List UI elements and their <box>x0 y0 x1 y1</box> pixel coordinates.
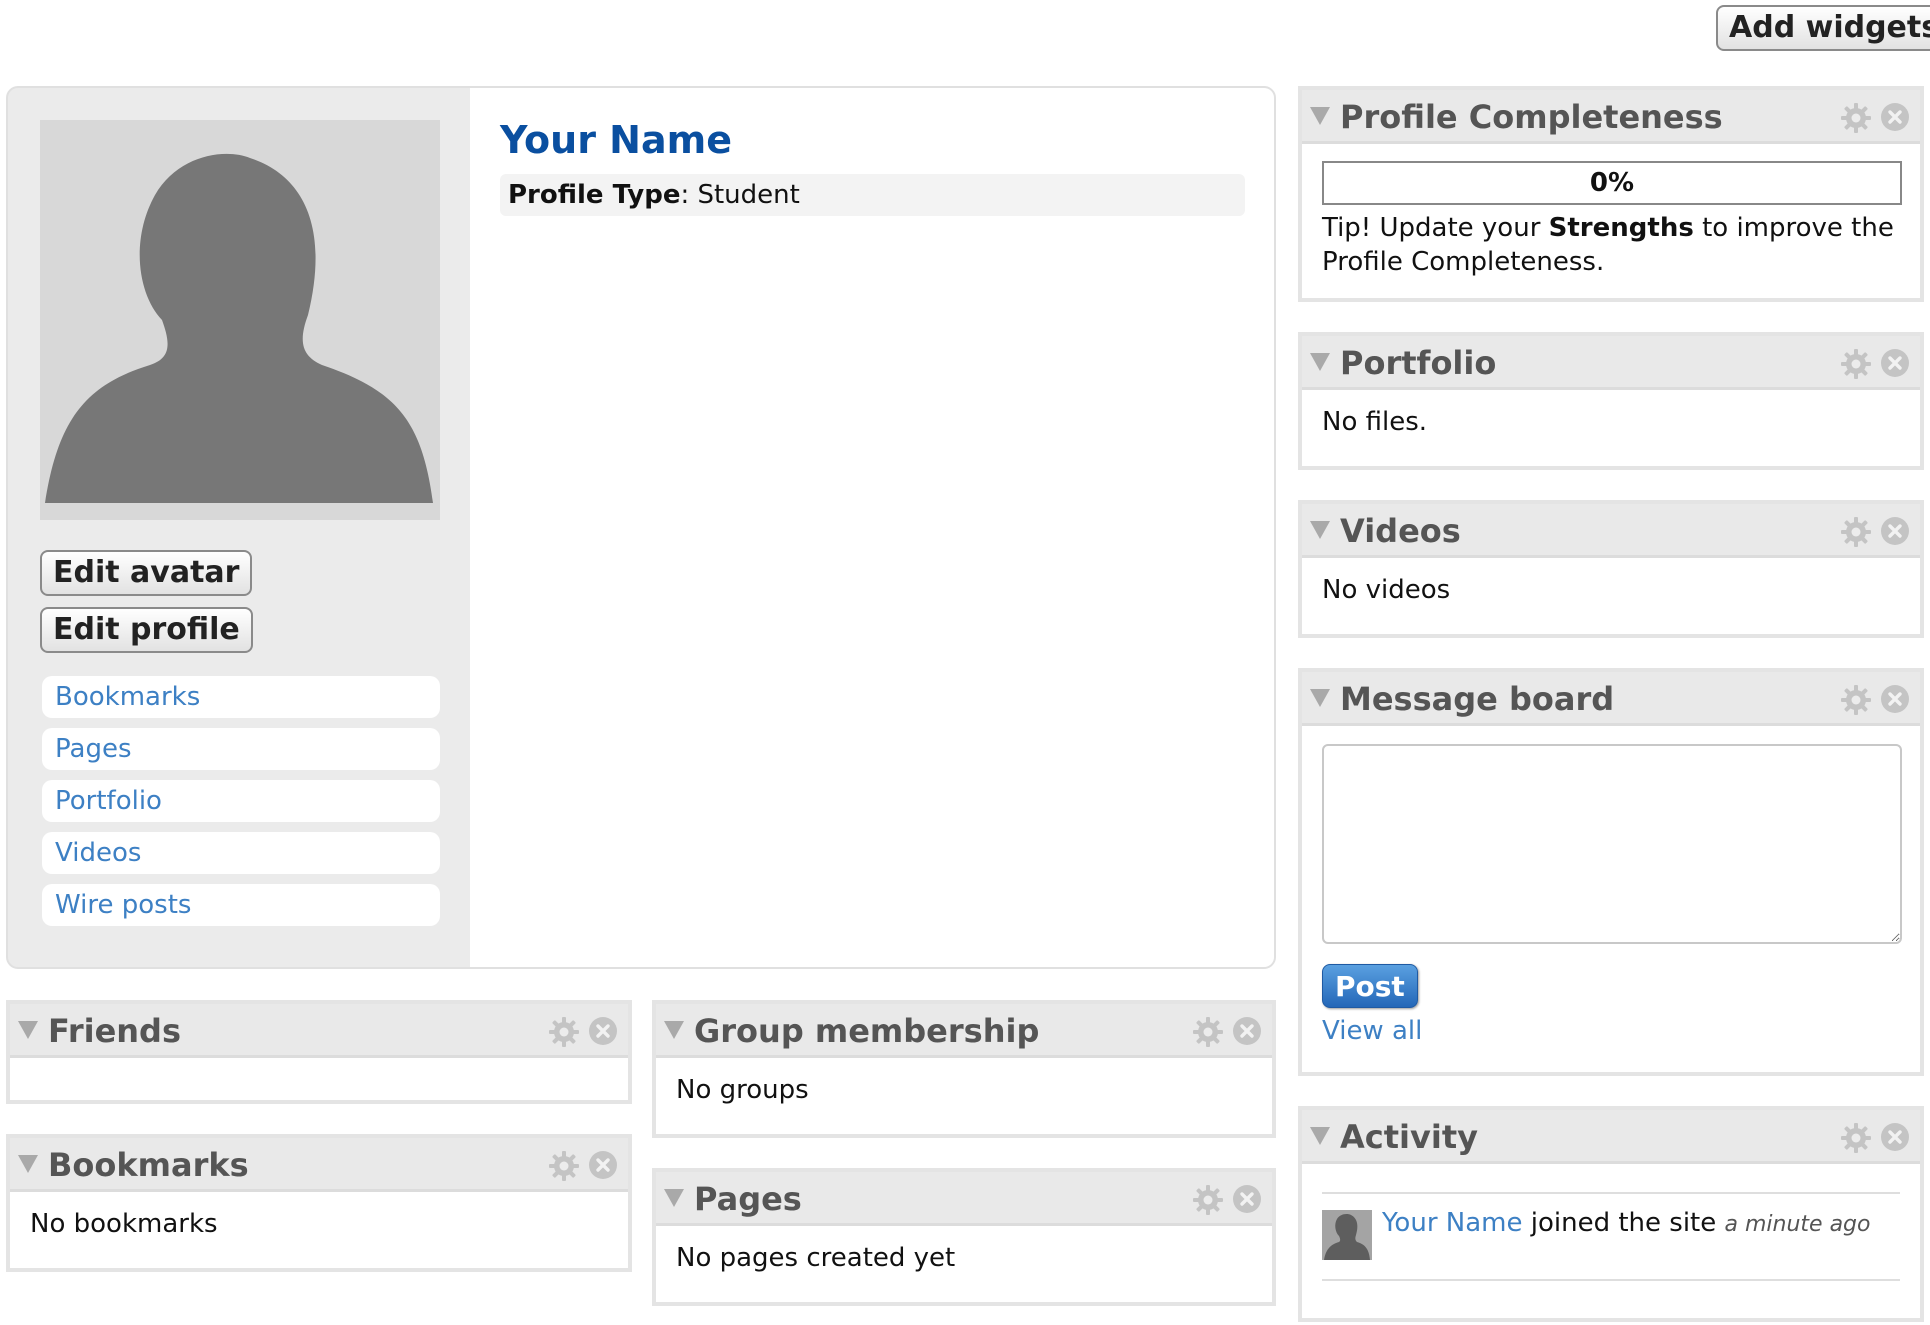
widget-title: Bookmarks <box>48 1146 249 1184</box>
message-textarea[interactable] <box>1322 744 1902 944</box>
owner-block: Edit avatar Edit profile Bookmarks Pages… <box>6 86 1276 969</box>
collapse-triangle-icon[interactable] <box>1310 107 1330 125</box>
widget-empty-text: No pages created yet <box>676 1243 956 1273</box>
add-widgets-button[interactable]: Add widgets <box>1716 5 1930 51</box>
gear-icon[interactable] <box>548 1150 580 1182</box>
gear-icon[interactable] <box>1192 1016 1224 1048</box>
widget-title: Profile Completeness <box>1340 98 1723 136</box>
collapse-triangle-icon[interactable] <box>18 1155 38 1173</box>
tip-strengths: Strengths <box>1548 213 1694 243</box>
widget-header[interactable]: Profile Completeness <box>1302 90 1920 144</box>
collapse-triangle-icon[interactable] <box>1310 521 1330 539</box>
owner-main: Your Name Profile Type: Student <box>470 88 1274 967</box>
widget-title: Portfolio <box>1340 344 1497 382</box>
widget-title: Activity <box>1340 1118 1478 1156</box>
widget-empty-text: No groups <box>676 1075 809 1105</box>
widget-activity: Activity Your Name joined the site a min… <box>1298 1106 1924 1322</box>
activity-time: a minute ago <box>1724 1212 1871 1237</box>
widget-header[interactable]: Message board <box>1302 672 1920 726</box>
widget-header[interactable]: Portfolio <box>1302 336 1920 390</box>
activity-user-link[interactable]: Your Name <box>1382 1208 1522 1238</box>
widget-title: Pages <box>694 1180 802 1218</box>
widget-empty-text: No files. <box>1322 407 1428 437</box>
gear-icon[interactable] <box>1192 1184 1224 1216</box>
collapse-triangle-icon[interactable] <box>1310 353 1330 371</box>
default-avatar-icon <box>1322 1210 1372 1260</box>
view-all-link[interactable]: View all <box>1322 1014 1900 1048</box>
close-icon[interactable] <box>1232 1016 1262 1046</box>
widget-friends: Friends <box>6 1000 632 1104</box>
close-icon[interactable] <box>588 1016 618 1046</box>
widget-portfolio: Portfolio No files. <box>1298 332 1924 470</box>
close-icon[interactable] <box>1880 516 1910 546</box>
widget-header[interactable]: Activity <box>1302 1110 1920 1164</box>
collapse-triangle-icon[interactable] <box>664 1189 684 1207</box>
gear-icon[interactable] <box>1840 684 1872 716</box>
owner-menu-wire-posts[interactable]: Wire posts <box>42 884 440 926</box>
close-icon[interactable] <box>1880 1122 1910 1152</box>
gear-icon[interactable] <box>1840 348 1872 380</box>
close-icon[interactable] <box>1880 102 1910 132</box>
collapse-triangle-icon[interactable] <box>1310 689 1330 707</box>
widget-videos: Videos No videos <box>1298 500 1924 638</box>
widget-title: Videos <box>1340 512 1461 550</box>
gear-icon[interactable] <box>1840 102 1872 134</box>
gear-icon[interactable] <box>548 1016 580 1048</box>
widget-title: Friends <box>48 1012 181 1050</box>
profile-type-value: Student <box>697 180 800 210</box>
owner-menu-videos[interactable]: Videos <box>42 832 440 874</box>
widget-empty-text: No bookmarks <box>30 1209 218 1239</box>
owner-menu-bookmarks[interactable]: Bookmarks <box>42 676 440 718</box>
close-icon[interactable] <box>588 1150 618 1180</box>
progress-bar: 0% <box>1322 161 1902 205</box>
default-avatar-icon <box>40 120 440 520</box>
edit-profile-button[interactable]: Edit profile <box>40 607 253 653</box>
profile-name-heading: Your Name <box>500 118 732 162</box>
widget-header[interactable]: Friends <box>10 1004 628 1058</box>
widget-empty-text: No videos <box>1322 575 1451 605</box>
widget-group-membership: Group membership No groups <box>652 1000 1276 1138</box>
profile-type-row: Profile Type: Student <box>500 174 1245 216</box>
widget-bookmarks: Bookmarks No bookmarks <box>6 1134 632 1272</box>
widget-message-board: Message board Post View all <box>1298 668 1924 1076</box>
widget-profile-completeness: Profile Completeness 0% Tip! Update your… <box>1298 86 1924 302</box>
edit-avatar-button[interactable]: Edit avatar <box>40 550 253 596</box>
close-icon[interactable] <box>1880 684 1910 714</box>
owner-menu-portfolio[interactable]: Portfolio <box>42 780 440 822</box>
tip-text: Tip! Update your Strengths to improve th… <box>1322 213 1894 277</box>
activity-item: Your Name joined the site a minute ago <box>1322 1192 1900 1281</box>
progress-text: 0% <box>1589 168 1635 198</box>
widget-pages: Pages No pages created yet <box>652 1168 1276 1306</box>
collapse-triangle-icon[interactable] <box>1310 1127 1330 1145</box>
activity-avatar[interactable] <box>1322 1210 1372 1260</box>
widget-header[interactable]: Videos <box>1302 504 1920 558</box>
activity-text: Your Name joined the site a minute ago <box>1382 1208 1871 1238</box>
widget-title: Message board <box>1340 680 1615 718</box>
gear-icon[interactable] <box>1840 516 1872 548</box>
close-icon[interactable] <box>1232 1184 1262 1214</box>
avatar[interactable] <box>40 120 440 520</box>
close-icon[interactable] <box>1880 348 1910 378</box>
widget-header[interactable]: Group membership <box>656 1004 1272 1058</box>
widget-title: Group membership <box>694 1012 1040 1050</box>
widget-header[interactable]: Bookmarks <box>10 1138 628 1192</box>
collapse-triangle-icon[interactable] <box>18 1021 38 1039</box>
widget-header[interactable]: Pages <box>656 1172 1272 1226</box>
post-button[interactable]: Post <box>1322 964 1418 1008</box>
profile-type-label: Profile Type <box>508 180 681 210</box>
gear-icon[interactable] <box>1840 1122 1872 1154</box>
collapse-triangle-icon[interactable] <box>664 1021 684 1039</box>
owner-menu-pages[interactable]: Pages <box>42 728 440 770</box>
